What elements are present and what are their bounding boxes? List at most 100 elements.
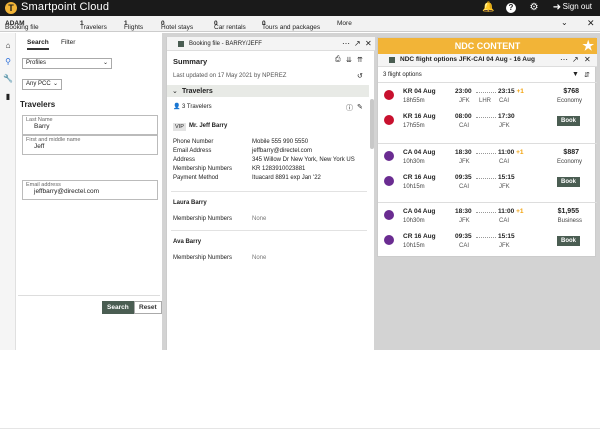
profiles-select[interactable]: Profiles ⌄ (22, 58, 112, 69)
route-line (476, 237, 496, 238)
departure-time: 09:35 (455, 174, 472, 181)
route-line (476, 153, 496, 154)
wrench-icon[interactable]: 🔧 (3, 74, 13, 83)
flight-option[interactable]: CA 04 Aug 10h30m 18:30 11:00 +1 JFK CAI CR 16 … (378, 202, 597, 257)
expand-icon[interactable]: ↗ (572, 55, 579, 64)
day-offset: +1 (516, 88, 524, 95)
field-label: Phone Number (173, 139, 214, 145)
tab-car-rentals[interactable]: Car rentals 0 (214, 20, 246, 31)
book-button[interactable]: Book (557, 116, 580, 126)
bell-icon[interactable]: 🔔 (482, 1, 494, 14)
chevron-down-icon: ⌄ (52, 81, 58, 87)
tab-hotel-stays[interactable]: Hotel stays 0 (161, 20, 193, 31)
tab-tours[interactable]: Tours and packages 0 (262, 20, 320, 31)
route-line (476, 178, 496, 179)
arrival-value: 15:15 (498, 174, 515, 181)
last-name-field[interactable]: Last Name Barry (22, 115, 158, 135)
person-icon: 👤 (173, 104, 181, 110)
tab-label: Hotel stays (161, 24, 194, 31)
more-icon[interactable]: ⋯ (342, 39, 350, 48)
cabin-class: Economy (556, 159, 582, 165)
tab-travelers[interactable]: Travelers 1 (80, 20, 107, 31)
field-label: Email Address (173, 148, 212, 154)
field-value: None (252, 255, 267, 261)
expand-icon[interactable]: ↗ (354, 39, 361, 48)
field-label: Payment Method (173, 175, 219, 181)
book-button[interactable]: Book (557, 177, 580, 187)
info-icon[interactable]: ⓘ (346, 103, 353, 113)
tab-label: Flights (124, 24, 144, 31)
first-name-field[interactable]: First and middle name Jeff (22, 135, 158, 155)
flight-number: KR 04 Aug (403, 88, 436, 95)
flight-number: CA 04 Aug (403, 208, 436, 215)
help-icon[interactable]: ? (505, 1, 517, 14)
divider (171, 230, 367, 231)
chevron-down-icon[interactable]: ⌄ (561, 18, 568, 27)
print-icon[interactable]: ⎙ (335, 56, 341, 64)
email-field[interactable]: Email address jeffbarry@directel.com (22, 180, 158, 200)
sort-icon[interactable]: ⇵ (584, 71, 590, 79)
field-value: Jeff (34, 143, 45, 150)
search-button[interactable]: Search (102, 301, 134, 314)
history-icon[interactable]: ↺ (357, 72, 363, 80)
field-value: jeffbarry@directel.com (34, 188, 99, 195)
star-icon[interactable]: ★ (582, 39, 594, 52)
arrival-time: 11:00 +1 (498, 208, 524, 215)
filter-icon[interactable]: ▼ (572, 71, 579, 78)
close-icon[interactable]: ✕ (365, 39, 372, 48)
pcc-select[interactable]: Any PCC ⌄ (22, 79, 62, 90)
arrival-time: 11:00 +1 (498, 149, 524, 156)
reset-button[interactable]: Reset (134, 301, 162, 314)
field-value: Mobile 555 990 5550 (252, 139, 309, 145)
destination-airport: JFK (499, 123, 510, 129)
close-icon[interactable]: ✕ (584, 55, 591, 64)
book-button[interactable]: Book (557, 236, 580, 246)
flight-option[interactable]: CA 04 Aug 10h30m 18:30 11:00 +1 JFK CAI CR 16 … (378, 143, 597, 202)
route-line (476, 117, 496, 118)
fare-price: $1,955 (557, 208, 579, 215)
travelers-count: 3 Travelers (182, 104, 212, 110)
divider (18, 295, 160, 296)
airline-logo-icon (384, 235, 394, 245)
gear-icon[interactable]: ⚙ (528, 1, 540, 14)
field-value: Ituacard 8891 exp Jan '22 (252, 175, 321, 181)
flight-option[interactable]: KR 04 Aug 18h55m 23:00 23:15 +1 JFK LHR CAI KR … (378, 82, 597, 143)
field-value: None (252, 216, 267, 222)
home-icon[interactable]: ⌂ (3, 41, 13, 50)
tab-booking-file[interactable]: Booking file ADAM (5, 20, 39, 31)
arrival-value: 11:00 (498, 208, 515, 215)
day-offset: +1 (516, 149, 524, 156)
arrival-value: 15:15 (498, 233, 515, 240)
field-label: Address (173, 157, 196, 163)
field-label: Membership Numbers (173, 216, 233, 222)
flight-duration: 10h15m (403, 184, 425, 190)
tab-flights[interactable]: Flights 1 (124, 20, 143, 31)
booking-file-panel: Booking file - BARRY/JEFF ⋯ ↗ ✕ Summary … (166, 37, 375, 350)
chat-icon[interactable]: ▮ (3, 92, 13, 101)
travelers-section-header[interactable]: ⌄ Travelers (167, 85, 369, 97)
field-value: Barry (34, 123, 50, 130)
tab-label: Tours and packages (262, 24, 321, 31)
signout-icon[interactable]: ➜ (552, 1, 562, 14)
origin-airport: JFK (459, 218, 470, 224)
tab-more[interactable]: More (337, 20, 352, 27)
tab-label: Travelers (80, 24, 107, 31)
chevron-up-icon[interactable]: ⇈ (357, 56, 363, 64)
departure-time: 08:00 (455, 113, 472, 120)
panel-icon (178, 41, 184, 47)
flight-number: KR 16 Aug (403, 113, 436, 120)
edit-icon[interactable]: ✎ (357, 103, 363, 111)
chevron-down-icon[interactable]: ⇊ (346, 56, 352, 64)
day-offset: +1 (516, 208, 524, 215)
scrollbar[interactable] (370, 99, 374, 149)
field-label: Membership Numbers (173, 166, 233, 172)
search-icon[interactable]: ⚲ (3, 57, 13, 66)
cabin-class: Economy (556, 98, 582, 104)
signout-link[interactable]: Sign out (563, 2, 592, 11)
tab-filter[interactable]: Filter (61, 39, 75, 46)
booking-tabs: Booking file ADAM Travelers 1 Flights 1 … (0, 16, 600, 32)
tab-search[interactable]: Search (27, 39, 49, 50)
close-icon[interactable]: ✕ (587, 18, 595, 29)
via-airport: LHR (479, 98, 492, 104)
more-icon[interactable]: ⋯ (560, 55, 568, 64)
